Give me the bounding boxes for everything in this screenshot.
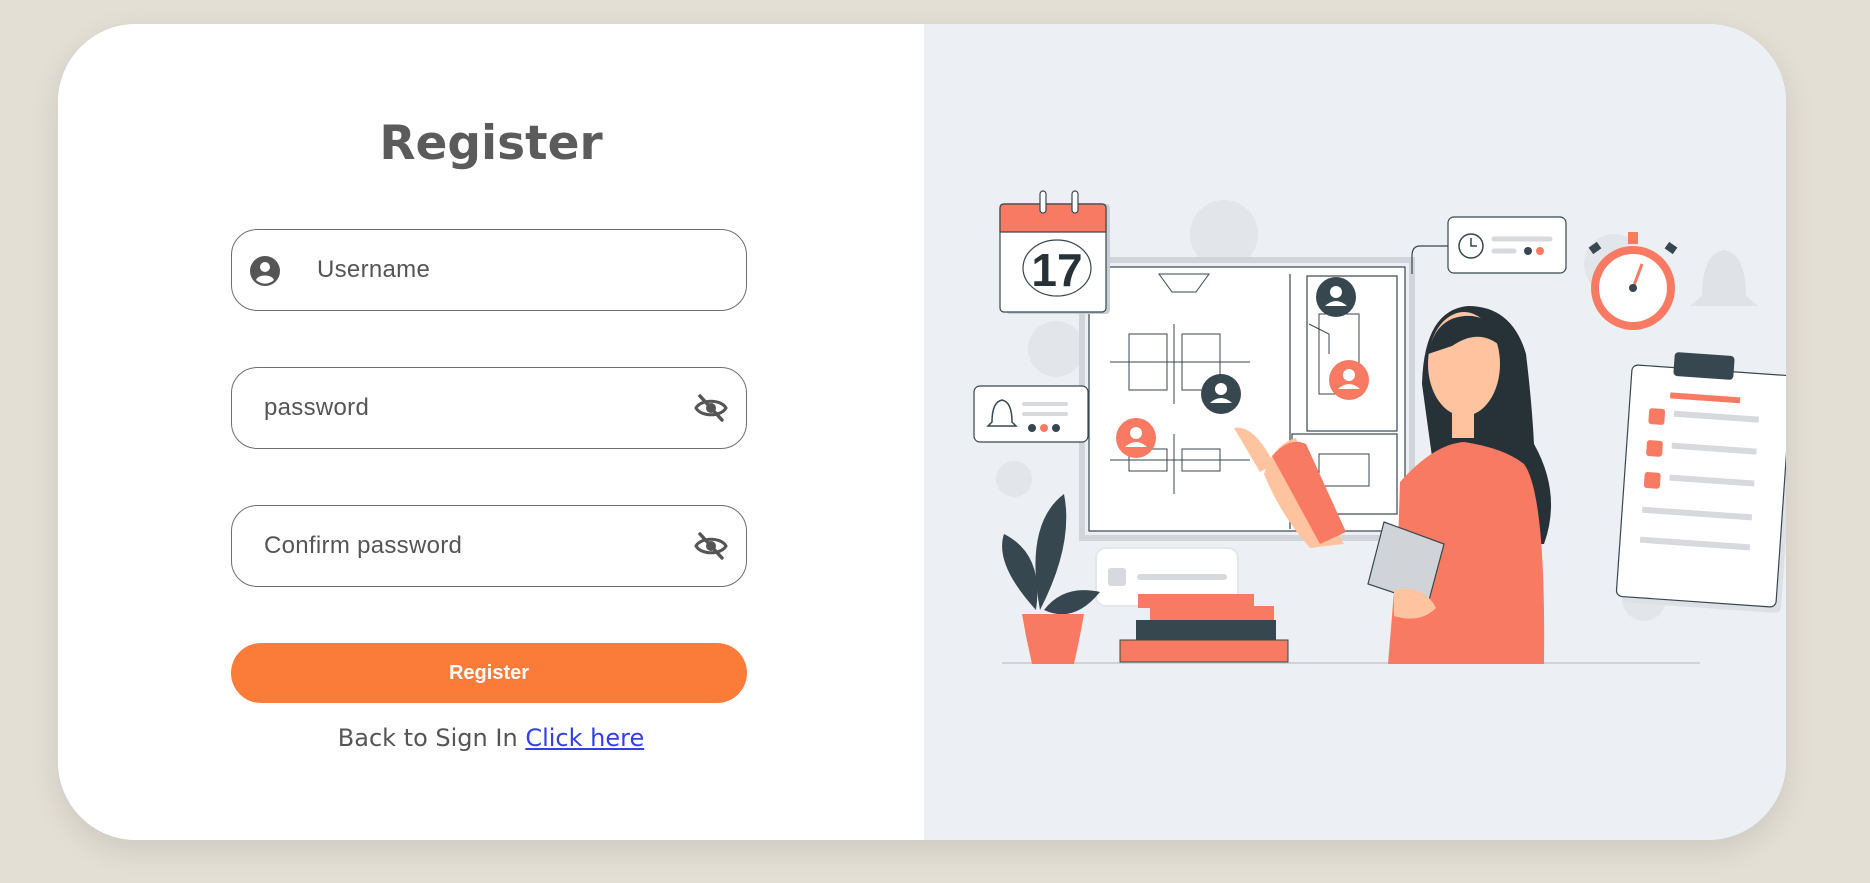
back-to-signin: Back to Sign In Click here (58, 724, 924, 752)
eye-slash-icon[interactable] (694, 531, 728, 561)
calendar-day: 17 (1031, 244, 1082, 296)
clipboard-icon (1615, 352, 1786, 613)
register-button[interactable]: Register (231, 643, 747, 703)
notification-card (973, 385, 1089, 443)
form-panel: Register Register (58, 24, 924, 840)
username-field[interactable] (231, 229, 747, 311)
eye-slash-icon[interactable] (694, 393, 728, 423)
clock-card (1411, 216, 1567, 274)
username-input[interactable] (317, 230, 717, 310)
calendar-icon: 17 (999, 190, 1110, 314)
user-circle-icon (250, 256, 280, 286)
books-icon (1119, 594, 1289, 663)
floor-plan-board (1079, 257, 1415, 541)
illustration-panel: 17 (924, 24, 1786, 840)
register-card: Register Register (58, 24, 1786, 840)
back-text: Back to Sign In (337, 724, 518, 752)
signin-link[interactable]: Click here (525, 724, 644, 752)
password-input[interactable] (264, 368, 664, 448)
confirm-password-input[interactable] (264, 506, 664, 586)
page-title: Register (379, 116, 603, 171)
password-field[interactable] (231, 367, 747, 449)
office-planning-illustration: 17 (973, 190, 1786, 664)
confirm-password-field[interactable] (231, 505, 747, 587)
